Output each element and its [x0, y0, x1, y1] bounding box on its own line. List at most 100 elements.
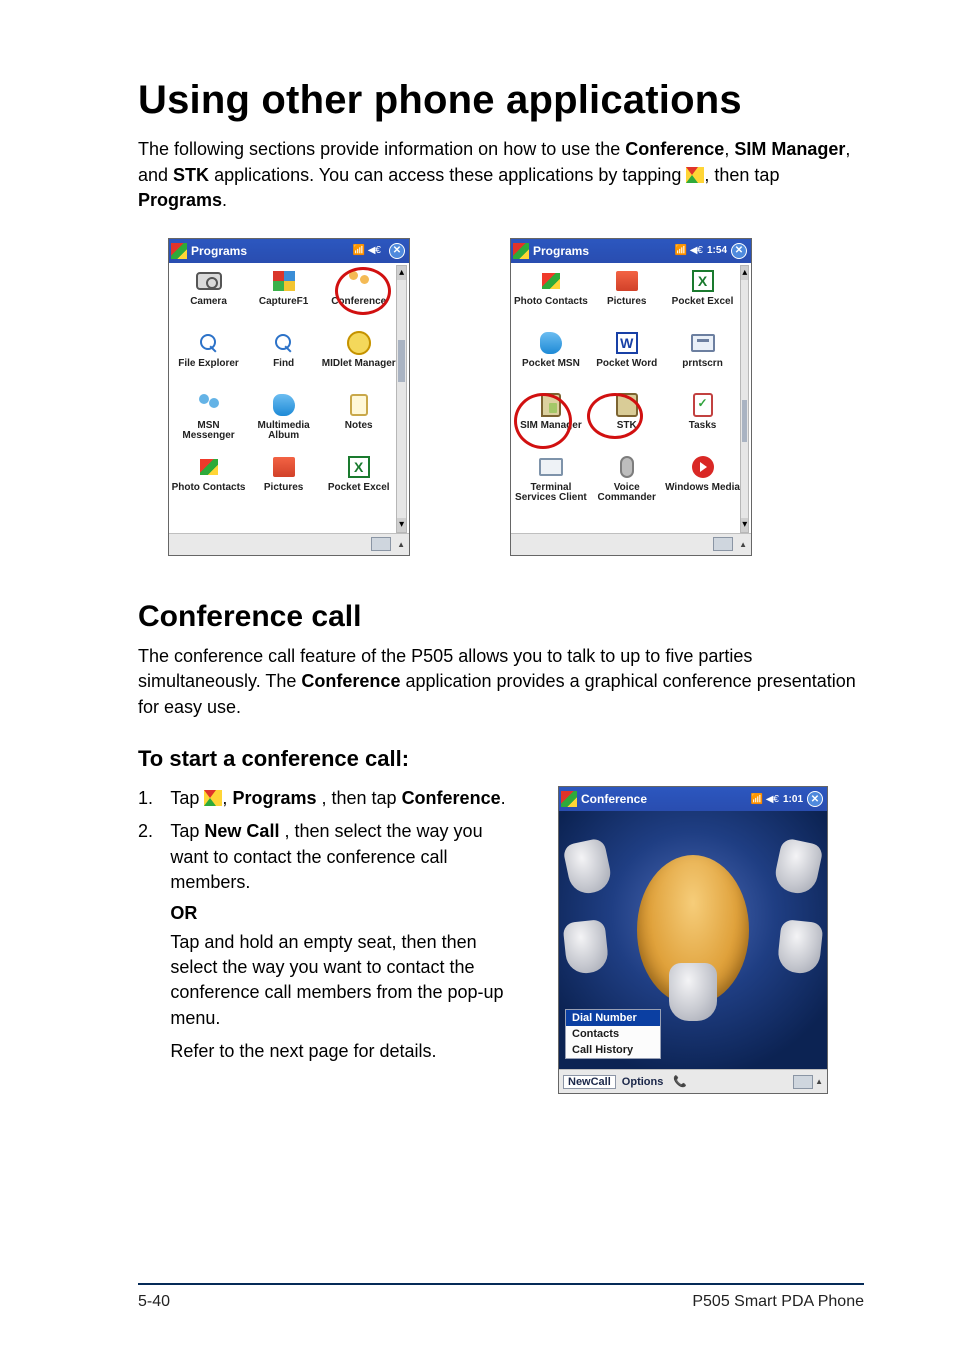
- msn-icon: [540, 332, 562, 354]
- conference-seat: [772, 837, 824, 897]
- app-label: Conference: [331, 297, 386, 308]
- stk-icon: [616, 393, 638, 417]
- app-label: CaptureF1: [259, 297, 308, 308]
- media-icon: [692, 456, 714, 478]
- window-title: Programs: [533, 244, 589, 258]
- screenshot-row: Programs 📶 ◀€ ✕ Camera CaptureF1 Confere…: [168, 238, 864, 556]
- app-label: Pictures: [607, 297, 646, 308]
- intro-paragraph: The following sections provide informati…: [138, 137, 864, 214]
- context-menu: Dial Number Contacts Call History: [565, 1009, 661, 1059]
- chevron-up-icon: ▲: [815, 1077, 823, 1086]
- midlet-icon: [347, 331, 371, 355]
- signal-icon: 📶 ◀€: [675, 245, 703, 256]
- start-icon: [513, 243, 529, 259]
- search-icon: [273, 332, 295, 354]
- app-windows-media: Windows Media: [665, 451, 741, 513]
- scroll-up-icon: ▴: [397, 266, 406, 280]
- step-conference: Conference: [402, 788, 501, 808]
- step-text: Tap: [170, 821, 204, 841]
- keyboard-icon: [713, 537, 733, 551]
- conference-paragraph: The conference call feature of the P505 …: [138, 644, 864, 721]
- app-label: Notes: [345, 421, 373, 432]
- cmd-newcall: NewCall: [563, 1075, 616, 1089]
- close-icon: ✕: [731, 243, 747, 259]
- step-text: Tap and hold an empty seat, then then se…: [170, 932, 503, 1028]
- scroll-up-icon: ▴: [741, 266, 748, 280]
- step-or: OR: [170, 903, 518, 924]
- app-label: Pocket Excel: [328, 483, 390, 494]
- pda-bottom-bar: ▲: [169, 533, 409, 555]
- app-multimedia-album: Multimedia Album: [246, 389, 321, 451]
- pictures-icon: [273, 457, 295, 477]
- app-voice-commander: Voice Commander: [589, 451, 665, 513]
- clock: 1:54: [707, 245, 727, 256]
- step-end: .: [501, 788, 506, 808]
- step-1: 1. Tap , Programs , then tap Conference.: [138, 786, 518, 811]
- app-pocket-excel: XPocket Excel: [665, 265, 741, 327]
- app-msn-messenger: MSN Messenger: [171, 389, 246, 451]
- app-label: Pocket MSN: [522, 359, 580, 370]
- step-text: , then tap: [322, 788, 402, 808]
- pictures-icon: [616, 271, 638, 291]
- chevron-up-icon: ▲: [397, 540, 405, 549]
- pda-titlebar: Programs 📶 ◀€ 1:54 ✕: [511, 239, 751, 263]
- intro-then-tap: , then tap: [704, 165, 779, 185]
- start-icon: [561, 791, 577, 807]
- keyboard-icon: [793, 1075, 813, 1089]
- intro-programs: Programs: [138, 190, 222, 210]
- app-file-explorer: File Explorer: [171, 327, 246, 389]
- conf-app-name: Conference: [301, 671, 400, 691]
- intro-sep: ,: [724, 139, 734, 159]
- close-icon: ✕: [389, 243, 405, 259]
- scroll-down-icon: ▾: [741, 518, 748, 532]
- app-label: STK: [617, 421, 637, 432]
- app-tasks: Tasks: [665, 389, 741, 451]
- step-number: 1.: [138, 786, 153, 811]
- app-label: prntscrn: [682, 359, 723, 370]
- album-icon: [273, 394, 295, 416]
- subheading-start-conference: To start a conference call:: [138, 746, 864, 772]
- footer-page-number: 5-40: [138, 1293, 170, 1311]
- intro-app-stk: STK: [173, 165, 209, 185]
- intro-app-conference: Conference: [625, 139, 724, 159]
- app-label: MIDlet Manager: [322, 359, 396, 370]
- app-label: Photo Contacts: [172, 483, 246, 494]
- app-find: Find: [246, 327, 321, 389]
- app-photo-contacts: Photo Contacts: [513, 265, 589, 327]
- section-heading-conference-call: Conference call: [138, 600, 864, 634]
- intro-app-sim-manager: SIM Manager: [734, 139, 845, 159]
- app-photo-contacts: Photo Contacts: [171, 451, 246, 513]
- app-terminal-services: Terminal Services Client: [513, 451, 589, 513]
- intro-text: The following sections provide informati…: [138, 139, 625, 159]
- app-sim-manager: SIM Manager: [513, 389, 589, 451]
- app-label: Pocket Word: [596, 359, 657, 370]
- close-icon: ✕: [807, 791, 823, 807]
- app-label: Voice Commander: [589, 483, 665, 504]
- prntscrn-icon: [691, 334, 715, 352]
- start-icon: [171, 243, 187, 259]
- conference-seat: [562, 919, 609, 975]
- step-number: 2.: [138, 819, 153, 844]
- app-pocket-msn: Pocket MSN: [513, 327, 589, 389]
- window-title: Programs: [191, 244, 247, 258]
- keyboard-icon: [371, 537, 391, 551]
- pda-bottom-bar: ▲: [511, 533, 751, 555]
- app-midlet-manager: MIDlet Manager: [321, 327, 396, 389]
- chevron-up-icon: ▲: [739, 540, 747, 549]
- start-menu-icon: [204, 788, 222, 804]
- signal-icon: 📶 ◀€: [353, 245, 381, 256]
- programs-grid: Camera CaptureF1 Conference File Explore…: [171, 265, 396, 533]
- steps-row: 1. Tap , Programs , then tap Conference.…: [138, 786, 864, 1094]
- app-label: File Explorer: [178, 359, 239, 370]
- scroll-thumb: [742, 400, 747, 442]
- app-conference: Conference: [321, 265, 396, 327]
- command-bar: NewCall Options 📞 ▲: [559, 1069, 827, 1093]
- signal-icon: 📶 ◀€: [751, 794, 779, 805]
- intro-end: .: [222, 190, 227, 210]
- app-label: Camera: [190, 297, 227, 308]
- steps-column: 1. Tap , Programs , then tap Conference.…: [138, 786, 518, 1094]
- sim-icon: [541, 393, 561, 417]
- app-label: Pictures: [264, 483, 303, 494]
- step-2-alt: Tap and hold an empty seat, then then se…: [138, 930, 518, 1031]
- folder-icon: [198, 332, 220, 354]
